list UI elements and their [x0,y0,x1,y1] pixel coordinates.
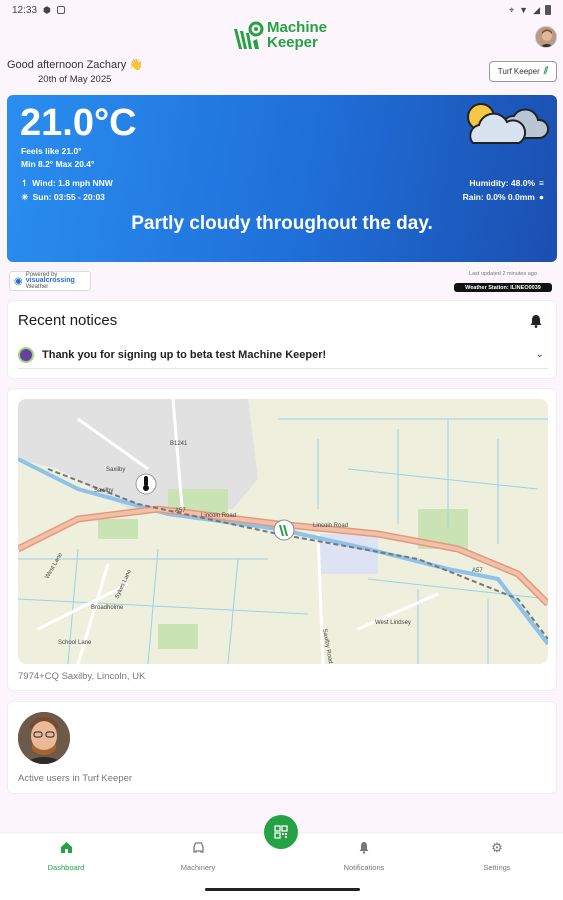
feels-like: Feels like 21.0° [21,146,82,156]
bell-icon [359,842,369,854]
bell-icon[interactable] [529,314,543,328]
org-switch-button[interactable]: Turf Keeper ⫽ [489,61,557,82]
status-time: 12:33 [12,4,38,16]
shield-icon: ⬢ [43,4,51,15]
location-icon: ⌖ [509,4,515,15]
map-label-town: Saxilby [106,467,125,473]
sun-icon: ☀ [21,192,29,202]
map-label-a57: A57 [175,508,186,514]
logo-line-2: Keeper [267,34,318,51]
visualcrossing-badge[interactable]: ◉ Powered by visualcrossing Weather [9,271,91,291]
visualcrossing-logo-icon: ◉ [14,275,23,287]
map-label-lincoln-road: Lincoln Road [201,513,236,519]
map-label-lincoln-road-2: Lincoln Road [313,523,348,529]
notification-icon [56,6,65,14]
humidity-icon: ≡ [539,178,544,188]
gesture-home-bar[interactable] [205,888,360,891]
nav-machinery-label: Machinery [180,863,216,872]
chevron-down-icon[interactable]: ⌄ [536,349,544,360]
raindrop-icon: ● [538,192,544,202]
rain-text: Rain: 0.0% 0.0mm [462,192,535,202]
battery-icon [545,5,551,15]
notice-app-icon [18,346,34,363]
profile-photo-icon [536,27,556,47]
notice-text: Thank you for signing up to beta test Ma… [42,348,327,361]
org-chip-label: Turf Keeper [497,67,540,76]
nav-notifications-label: Notifications [343,863,385,872]
wind-text: Wind: 1.8 mph NNW [32,178,113,188]
sun-text: Sun: 03:55 - 20:03 [32,192,105,202]
nav-settings[interactable]: ⚙ Settings [457,841,537,872]
map-label-school-lane: School Lane [58,640,92,646]
signal-icon: ◢ [533,4,540,15]
greeting-text: Good afternoon Zachary 👋 [7,59,143,71]
location-card: Saxilby Saxilby B1241 A57 A57 Lincoln Ro… [7,388,557,691]
temperature: 21.0°C [20,102,137,144]
map-label-b1241: B1241 [170,441,188,447]
notice-item[interactable]: Thank you for signing up to beta test Ma… [18,341,548,369]
notices-title: Recent notices [18,312,118,329]
car-icon [192,842,204,853]
turf-keeper-icon: ⫽ [543,66,549,77]
wind-icon: ↿ [21,178,29,188]
map-label-broadholme: Broadholme [91,605,124,611]
profile-avatar[interactable] [535,26,557,48]
weather-station-badge: Weather Station: ILINEO0039 [454,283,552,292]
partly-cloudy-icon [467,103,549,144]
recent-notices-card: Recent notices Thank you for signing up … [7,300,557,379]
gear-icon: ⚙ [491,840,503,855]
weather-summary: Partly cloudy throughout the day. [131,213,433,234]
home-icon [60,842,72,853]
user-avatar[interactable] [18,712,70,764]
map-label-west-lindsey: West Lindsey [375,620,411,626]
nav-notifications[interactable]: Notifications [324,841,404,872]
map-label-town-2: Saxilby [94,488,113,494]
powered-by-sub: Weather [25,284,49,290]
location-address: 7974+CQ Saxilby, Lincoln, UK [18,671,146,682]
wifi-icon: ▼ [519,5,529,15]
humidity-text: Humidity: 48.0% [469,178,536,188]
user-photo-icon [18,712,70,764]
min-max: Min 8.2° Max 20.4° [21,159,95,169]
app-logo: Machine Keeper [232,19,327,51]
nav-machinery[interactable]: Machinery [158,841,238,872]
nav-dashboard[interactable]: Dashboard [26,841,106,872]
map-label-a57-east: A57 [472,568,483,574]
weather-card[interactable]: 21.0°C Feels like 21.0° Min 8.2° Max 20.… [7,95,557,262]
logo-line-1: Machine [267,19,328,36]
machine-keeper-marker-icon[interactable] [273,519,295,541]
active-users-card: Active users in Turf Keeper [7,701,557,794]
machine-keeper-logo-icon [234,21,264,49]
qr-code-icon [274,825,288,839]
last-updated: Last updated 2 minutes ago [469,271,537,277]
qr-scan-button[interactable] [264,815,298,849]
location-map[interactable]: Saxilby Saxilby B1241 A57 A57 Lincoln Ro… [18,399,548,664]
weather-station-marker-icon[interactable] [135,473,157,495]
nav-dashboard-label: Dashboard [47,863,85,872]
date-text: 20th of May 2025 [38,74,112,85]
nav-settings-label: Settings [483,863,511,872]
active-users-label: Active users in Turf Keeper [18,773,133,784]
status-bar: 12:33 ⬢ ⌖ ▼ ◢ [0,0,563,20]
